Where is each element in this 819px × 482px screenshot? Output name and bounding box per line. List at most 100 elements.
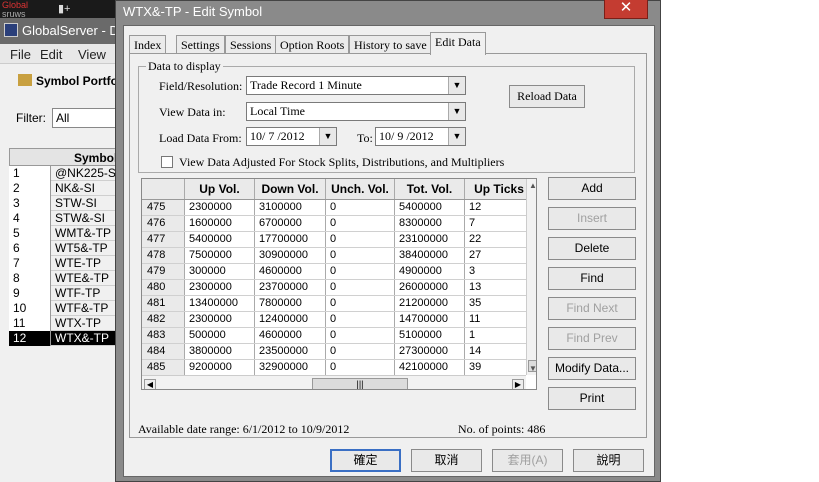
table-row[interactable]: 477 5400000 17700000 0 23100000 22 xyxy=(142,232,526,248)
table-row[interactable]: 483 500000 4600000 0 5100000 1 xyxy=(142,328,526,344)
chevron-down-icon[interactable]: ▼ xyxy=(319,128,336,145)
table-row[interactable]: 478 7500000 30900000 0 38400000 27 xyxy=(142,248,526,264)
cell-down-vol[interactable]: 7800000 xyxy=(255,296,326,311)
cell-tot-vol[interactable]: 5100000 xyxy=(395,328,465,343)
help-button[interactable]: 說明 xyxy=(573,449,644,472)
vertical-scrollbar[interactable]: ▲ ▼ xyxy=(526,179,536,375)
row-number[interactable]: 482 xyxy=(142,312,185,327)
cell-unch-vol[interactable]: 0 xyxy=(326,232,395,247)
cell-tot-vol[interactable]: 38400000 xyxy=(395,248,465,263)
symbol-row[interactable]: 4 STW&-SI xyxy=(9,211,121,226)
cell-tot-vol[interactable]: 23100000 xyxy=(395,232,465,247)
cell-down-vol[interactable]: 23700000 xyxy=(255,280,326,295)
cell-up-vol[interactable]: 5400000 xyxy=(185,232,255,247)
ok-button[interactable]: 確定 xyxy=(330,449,401,472)
menu-view[interactable]: View xyxy=(78,47,106,62)
symbol-row[interactable]: 11 WTX-TP xyxy=(9,316,121,331)
row-number[interactable]: 477 xyxy=(142,232,185,247)
view-data-in-combo[interactable]: Local Time ▼ xyxy=(246,102,466,121)
scroll-right-icon[interactable]: ▶ xyxy=(512,379,524,389)
reload-data-button[interactable]: Reload Data xyxy=(509,85,585,108)
table-row[interactable]: 484 3800000 23500000 0 27300000 14 xyxy=(142,344,526,360)
cell-unch-vol[interactable]: 0 xyxy=(326,312,395,327)
horizontal-scroll-thumb[interactable]: ||| xyxy=(312,378,408,389)
cell-down-vol[interactable]: 12400000 xyxy=(255,312,326,327)
cell-unch-vol[interactable]: 0 xyxy=(326,248,395,263)
cell-tot-vol[interactable]: 14700000 xyxy=(395,312,465,327)
table-row[interactable]: 479 300000 4600000 0 4900000 3 xyxy=(142,264,526,280)
symbol-row[interactable]: 3 STW-SI xyxy=(9,196,121,211)
cell-unch-vol[interactable]: 0 xyxy=(326,328,395,343)
column-header-tot-vol[interactable]: Tot. Vol. xyxy=(395,179,465,199)
column-header-unch-vol[interactable]: Unch. Vol. xyxy=(326,179,395,199)
symbol-row[interactable]: 12 WTX&-TP xyxy=(9,331,121,346)
find-button[interactable]: Find xyxy=(548,267,636,290)
chevron-down-icon[interactable]: ▼ xyxy=(448,103,465,120)
symbol-row[interactable]: 2 NK&-SI xyxy=(9,181,121,196)
chevron-down-icon[interactable]: ▼ xyxy=(448,128,465,145)
cell-unch-vol[interactable]: 0 xyxy=(326,264,395,279)
column-header-down-vol[interactable]: Down Vol. xyxy=(255,179,326,199)
modify-data-button[interactable]: Modify Data... xyxy=(548,357,636,380)
chevron-down-icon[interactable]: ▼ xyxy=(448,77,465,94)
symbol-row[interactable]: 10 WTF&-TP xyxy=(9,301,121,316)
cell-down-vol[interactable]: 17700000 xyxy=(255,232,326,247)
symbol-row[interactable]: 9 WTF-TP xyxy=(9,286,121,301)
cell-tot-vol[interactable]: 8300000 xyxy=(395,216,465,231)
cell-up-vol[interactable]: 500000 xyxy=(185,328,255,343)
cell-unch-vol[interactable]: 0 xyxy=(326,360,395,375)
row-number[interactable]: 479 xyxy=(142,264,185,279)
cell-up-vol[interactable]: 2300000 xyxy=(185,200,255,215)
cell-unch-vol[interactable]: 0 xyxy=(326,344,395,359)
column-header-up-vol[interactable]: Up Vol. xyxy=(185,179,255,199)
symbol-row[interactable]: 7 WTE-TP xyxy=(9,256,121,271)
row-number[interactable]: 481 xyxy=(142,296,185,311)
cell-unch-vol[interactable]: 0 xyxy=(326,216,395,231)
add-button[interactable]: Add xyxy=(548,177,636,200)
load-from-date-picker[interactable]: 10/ 7 /2012 ▼ xyxy=(246,127,337,146)
row-number[interactable]: 478 xyxy=(142,248,185,263)
table-row[interactable]: 480 2300000 23700000 0 26000000 13 xyxy=(142,280,526,296)
delete-button[interactable]: Delete xyxy=(548,237,636,260)
cell-up-vol[interactable]: 7500000 xyxy=(185,248,255,263)
cell-up-vol[interactable]: 2300000 xyxy=(185,280,255,295)
cell-tot-vol[interactable]: 5400000 xyxy=(395,200,465,215)
field-resolution-combo[interactable]: Trade Record 1 Minute ▼ xyxy=(246,76,466,95)
find-prev-button[interactable]: Find Prev xyxy=(548,327,636,350)
cell-down-vol[interactable]: 32900000 xyxy=(255,360,326,375)
adjusted-data-checkbox[interactable] xyxy=(161,156,173,168)
cell-up-ticks[interactable]: 22 xyxy=(465,232,533,247)
symbol-column-header[interactable]: Symbol xyxy=(9,148,121,166)
find-next-button[interactable]: Find Next xyxy=(548,297,636,320)
tab-option-roots[interactable]: Option Roots xyxy=(275,35,350,54)
scroll-down-icon[interactable]: ▼ xyxy=(529,364,536,373)
cell-tot-vol[interactable]: 21200000 xyxy=(395,296,465,311)
tab-sessions[interactable]: Sessions xyxy=(225,35,277,54)
cell-down-vol[interactable]: 6700000 xyxy=(255,216,326,231)
cell-unch-vol[interactable]: 0 xyxy=(326,200,395,215)
cell-up-ticks[interactable]: 12 xyxy=(465,200,533,215)
cell-up-vol[interactable]: 1600000 xyxy=(185,216,255,231)
filter-combo[interactable]: All xyxy=(52,108,122,128)
symbol-row[interactable]: 1 @NK225-SI xyxy=(9,166,121,181)
horizontal-scrollbar[interactable]: ◀ ||| ▶ xyxy=(142,375,526,389)
cell-up-ticks[interactable]: 7 xyxy=(465,216,533,231)
cell-up-ticks[interactable]: 39 xyxy=(465,360,533,375)
menu-edit[interactable]: Edit xyxy=(40,47,62,62)
cell-up-ticks[interactable]: 11 xyxy=(465,312,533,327)
table-row[interactable]: 476 1600000 6700000 0 8300000 7 xyxy=(142,216,526,232)
cell-tot-vol[interactable]: 26000000 xyxy=(395,280,465,295)
cell-down-vol[interactable]: 4600000 xyxy=(255,328,326,343)
tab-edit-data[interactable]: Edit Data xyxy=(430,32,486,55)
symbol-row[interactable]: 6 WT5&-TP xyxy=(9,241,121,256)
row-number[interactable]: 483 xyxy=(142,328,185,343)
close-button[interactable]: ✕ xyxy=(604,0,648,19)
row-number[interactable]: 476 xyxy=(142,216,185,231)
to-date-picker[interactable]: 10/ 9 /2012 ▼ xyxy=(375,127,466,146)
cell-up-vol[interactable]: 3800000 xyxy=(185,344,255,359)
cell-up-ticks[interactable]: 1 xyxy=(465,328,533,343)
apply-button[interactable]: 套用(A) xyxy=(492,449,563,472)
cell-unch-vol[interactable]: 0 xyxy=(326,296,395,311)
tab-history-to-save[interactable]: History to save xyxy=(349,35,432,54)
cell-down-vol[interactable]: 3100000 xyxy=(255,200,326,215)
